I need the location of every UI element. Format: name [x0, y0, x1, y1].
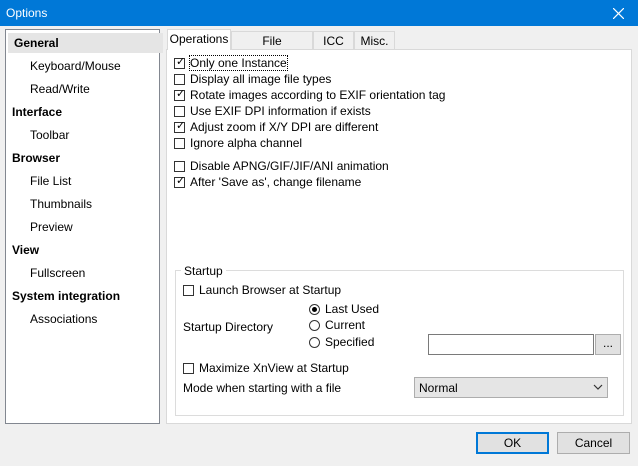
- checkbox-label: Disable APNG/GIF/JIF/ANI animation: [190, 159, 389, 173]
- tab-label: Misc.: [360, 34, 389, 48]
- checkbox-label: Adjust zoom if X/Y DPI are different: [190, 120, 379, 134]
- checkbox-box: [183, 362, 194, 374]
- window-title: Options: [6, 6, 48, 20]
- sidebar-item-interface[interactable]: Interface: [6, 102, 62, 122]
- ok-button[interactable]: OK: [476, 432, 549, 454]
- check-icon: ✓: [176, 87, 186, 100]
- radio-last-used[interactable]: Last Used: [309, 301, 379, 317]
- sidebar-item-toolbar[interactable]: Toolbar: [6, 125, 69, 145]
- browse-button[interactable]: ...: [595, 334, 621, 355]
- checkbox-label: Use EXIF DPI information if exists: [190, 104, 371, 118]
- sidebar-item-thumbnails[interactable]: Thumbnails: [6, 194, 92, 214]
- sidebar-item-label: Interface: [12, 105, 63, 119]
- radio-specified[interactable]: Specified: [309, 334, 374, 350]
- checkbox-label: Launch Browser at Startup: [199, 283, 342, 297]
- specified-directory-input[interactable]: [428, 334, 594, 355]
- cancel-button[interactable]: Cancel: [557, 432, 630, 454]
- radio-circle: [309, 319, 320, 331]
- sidebar-item-browser[interactable]: Browser: [6, 148, 60, 168]
- display-all-types-checkbox[interactable]: Display all image file types: [174, 71, 331, 87]
- tab-operations[interactable]: Operations: [167, 29, 231, 50]
- sidebar-item-fullscreen[interactable]: Fullscreen: [6, 263, 85, 283]
- maximize-checkbox[interactable]: Maximize XnView at Startup: [183, 360, 349, 376]
- adjust-zoom-checkbox[interactable]: ✓ Adjust zoom if X/Y DPI are different: [174, 119, 378, 135]
- chevron-down-icon: [593, 384, 603, 390]
- radio-current[interactable]: Current: [309, 317, 365, 333]
- checkbox-box: ✓: [174, 119, 186, 133]
- radio-label: Specified: [325, 335, 375, 349]
- mode-label: Mode when starting with a file: [183, 381, 342, 395]
- sidebar-item-system-integration[interactable]: System integration: [6, 286, 120, 306]
- checkbox-box: ✓: [174, 87, 186, 101]
- mode-select[interactable]: Normal: [414, 377, 608, 398]
- sidebar-item-label: Toolbar: [30, 128, 70, 142]
- use-exif-dpi-checkbox[interactable]: Use EXIF DPI information if exists: [174, 103, 371, 119]
- change-filename-checkbox[interactable]: ✓ After 'Save as', change filename: [174, 174, 361, 190]
- mode-select-value: Normal: [419, 381, 458, 395]
- radio-label: Last Used: [325, 302, 380, 316]
- checkbox-box: [174, 137, 185, 149]
- sidebar: General Keyboard/Mouse Read/Write Interf…: [5, 29, 163, 424]
- sidebar-item-label: Associations: [30, 312, 98, 326]
- sidebar-item-label: Keyboard/Mouse: [30, 59, 121, 73]
- tab-misc[interactable]: Misc.: [354, 31, 395, 49]
- sidebar-item-label: System integration: [12, 289, 121, 303]
- check-icon: ✓: [176, 174, 186, 187]
- checkbox-box: [174, 105, 185, 117]
- only-one-instance-checkbox[interactable]: ✓ Only one Instance: [174, 55, 288, 71]
- checkbox-box: ✓: [174, 174, 186, 188]
- sidebar-item-label: View: [12, 243, 40, 257]
- sidebar-item-general[interactable]: General: [8, 33, 163, 53]
- checkbox-box: ✓: [174, 55, 186, 69]
- sidebar-item-label: Fullscreen: [30, 266, 86, 280]
- radio-dot: [312, 306, 317, 312]
- sidebar-item-label: Preview: [30, 220, 73, 234]
- checkbox-label: After 'Save as', change filename: [190, 175, 362, 189]
- startup-directory-label: Startup Directory: [183, 320, 274, 334]
- sidebar-item-view[interactable]: View: [6, 240, 39, 260]
- startup-group-title: Startup: [181, 264, 226, 278]
- checkbox-label: Ignore alpha channel: [190, 136, 303, 150]
- radio-circle: [309, 303, 320, 315]
- sidebar-item-keyboard-mouse[interactable]: Keyboard/Mouse: [6, 56, 121, 76]
- sidebar-item-read-write[interactable]: Read/Write: [6, 79, 90, 99]
- close-icon: [612, 7, 624, 19]
- checkbox-box: [183, 284, 194, 296]
- check-icon: ✓: [176, 119, 186, 132]
- close-button[interactable]: [598, 0, 638, 26]
- title-bar: Options: [0, 0, 638, 26]
- rotate-exif-checkbox[interactable]: ✓ Rotate images according to EXIF orient…: [174, 87, 445, 103]
- sidebar-item-file-list[interactable]: File List: [6, 171, 71, 191]
- ignore-alpha-checkbox[interactable]: Ignore alpha channel: [174, 135, 302, 151]
- browse-label: ...: [602, 336, 613, 350]
- tab-file-operations[interactable]: File Operations: [231, 31, 313, 66]
- checkbox-label: Only one Instance: [189, 55, 288, 71]
- checkbox-label: Rotate images according to EXIF orientat…: [190, 88, 446, 102]
- tab-icc[interactable]: ICC: [313, 31, 354, 49]
- tab-label: ICC: [323, 34, 344, 48]
- check-icon: ✓: [176, 55, 186, 68]
- radio-circle: [309, 336, 320, 348]
- checkbox-box: [174, 73, 185, 85]
- radio-label: Current: [325, 318, 366, 332]
- sidebar-item-preview[interactable]: Preview: [6, 217, 73, 237]
- sidebar-item-label: Read/Write: [30, 82, 90, 96]
- tab-label: Operations: [169, 32, 229, 46]
- disable-animation-checkbox[interactable]: Disable APNG/GIF/JIF/ANI animation: [174, 158, 389, 174]
- sidebar-item-label: Thumbnails: [30, 197, 93, 211]
- sidebar-item-label: File List: [30, 174, 72, 188]
- sidebar-item-associations[interactable]: Associations: [6, 309, 97, 329]
- ok-label: OK: [503, 436, 522, 450]
- cancel-label: Cancel: [574, 436, 613, 450]
- launch-browser-checkbox[interactable]: Launch Browser at Startup: [183, 282, 341, 298]
- checkbox-label: Maximize XnView at Startup: [199, 361, 349, 375]
- checkbox-box: [174, 160, 185, 172]
- sidebar-item-label: Browser: [12, 151, 61, 165]
- sidebar-item-label: General: [14, 36, 59, 50]
- checkbox-label: Display all image file types: [190, 72, 332, 86]
